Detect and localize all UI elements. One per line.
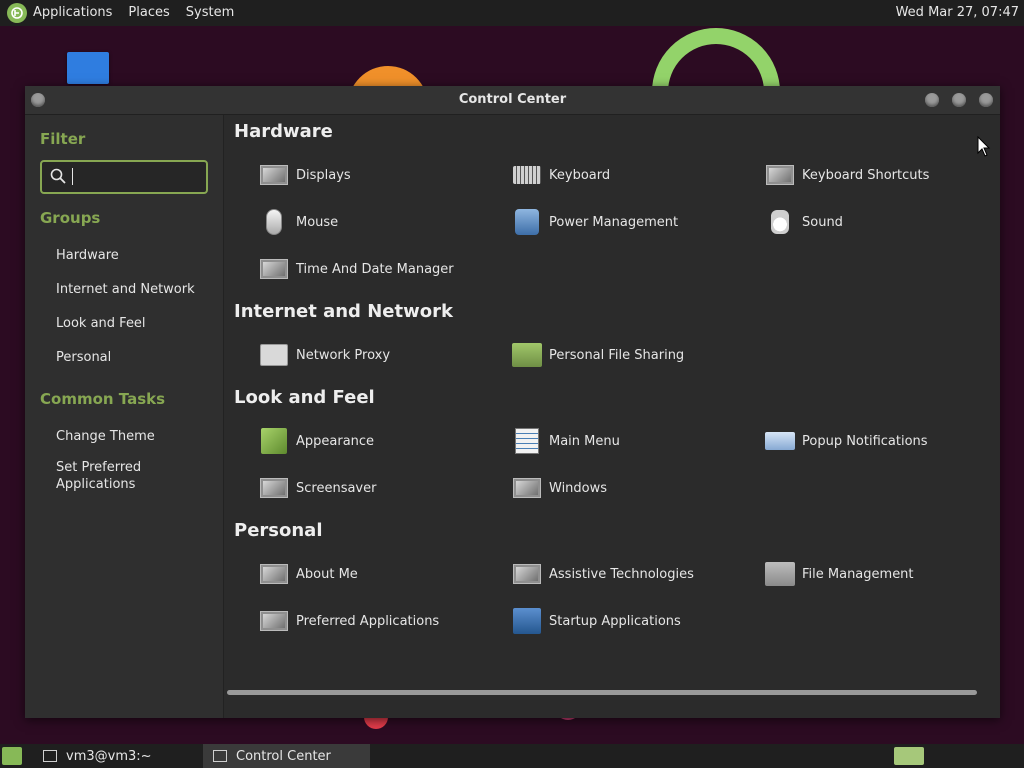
file-management-icon [765,562,795,586]
item-appearance[interactable]: Appearance [259,426,374,456]
group-personal[interactable]: Personal [56,349,111,366]
section-title-look-and-feel: Look and Feel [234,387,375,408]
task-set-preferred-applications[interactable]: Set Preferred Applications [56,459,176,493]
item-file-management[interactable]: File Management [765,559,914,589]
horizontal-scrollbar[interactable] [227,690,977,695]
window-title: Control Center [458,92,567,107]
main-menu-icon [515,428,539,454]
keyboard-icon [513,166,541,184]
group-hardware[interactable]: Hardware [56,247,119,264]
sidebar: Filter Groups Hardware Internet and Netw… [25,115,224,718]
item-popup-notifications[interactable]: Popup Notifications [765,426,928,456]
bottom-panel: vm3@vm3:~ Control Center [0,744,1024,768]
taskbar-item-control-center[interactable]: Control Center [203,744,370,768]
item-power-management[interactable]: Power Management [512,207,678,237]
startup-applications-icon [513,608,541,634]
filter-heading: Filter [40,130,86,148]
item-personal-file-sharing[interactable]: Personal File Sharing [512,340,684,370]
item-time-and-date-manager[interactable]: Time And Date Manager [259,254,454,284]
minimize-button[interactable] [925,93,939,107]
item-assistive-technologies[interactable]: Assistive Technologies [512,559,694,589]
section-title-personal: Personal [234,520,323,541]
item-main-menu[interactable]: Main Menu [512,426,620,456]
task-change-theme[interactable]: Change Theme [56,428,155,445]
item-startup-applications[interactable]: Startup Applications [512,606,681,636]
search-icon [50,168,66,184]
item-mouse[interactable]: Mouse [259,207,338,237]
item-about-me[interactable]: About Me [259,559,358,589]
title-bar[interactable]: Control Center [25,86,1000,115]
section-title-hardware: Hardware [234,121,333,142]
desktop-folder-icon[interactable] [67,52,109,84]
display-icon [260,165,288,185]
power-management-icon [515,209,539,235]
workspace-switcher-icon[interactable] [894,747,924,765]
close-button[interactable] [979,93,993,107]
windows-icon [513,478,541,498]
sound-icon [771,210,789,234]
system-menu[interactable]: System [178,0,242,26]
about-me-icon [260,564,288,584]
common-tasks-heading: Common Tasks [40,390,166,408]
item-screensaver[interactable]: Screensaver [259,473,376,503]
screensaver-icon [260,478,288,498]
terminal-icon [43,750,57,762]
section-title-internet-and-network: Internet and Network [234,301,453,322]
taskbar-item-terminal[interactable]: vm3@vm3:~ [33,744,203,768]
text-caret [72,168,73,185]
preferred-applications-icon [260,611,288,631]
item-preferred-applications[interactable]: Preferred Applications [259,606,439,636]
item-displays[interactable]: Displays [259,160,351,190]
clock[interactable]: Wed Mar 27, 07:47 [896,0,1019,26]
popup-notifications-icon [765,432,795,450]
assistive-technologies-icon [513,564,541,584]
network-proxy-icon [260,344,288,366]
item-network-proxy[interactable]: Network Proxy [259,340,390,370]
item-sound[interactable]: Sound [765,207,843,237]
content-area: Hardware Displays Keyboard Keyboard Shor… [224,115,1000,701]
time-date-icon [260,259,288,279]
maximize-button[interactable] [952,93,966,107]
control-center-icon [213,750,227,762]
places-menu[interactable]: Places [120,0,177,26]
groups-heading: Groups [40,209,101,227]
keyboard-shortcuts-icon [766,165,794,185]
mouse-icon [266,209,282,235]
mate-logo-icon[interactable] [7,3,27,23]
top-panel: Applications Places System Wed Mar 27, 0… [0,0,1024,26]
group-look-and-feel[interactable]: Look and Feel [56,315,146,332]
item-keyboard[interactable]: Keyboard [512,160,610,190]
group-internet-and-network[interactable]: Internet and Network [56,281,195,298]
item-windows[interactable]: Windows [512,473,607,503]
folder-icon [512,343,542,367]
mouse-pointer-icon [977,136,991,157]
applications-menu[interactable]: Applications [25,0,120,26]
control-center-window: Control Center Filter Groups Hardware In… [25,86,1000,718]
search-input[interactable] [40,160,208,194]
show-desktop-button[interactable] [2,747,22,765]
appearance-icon [261,428,287,454]
item-keyboard-shortcuts[interactable]: Keyboard Shortcuts [765,160,929,190]
